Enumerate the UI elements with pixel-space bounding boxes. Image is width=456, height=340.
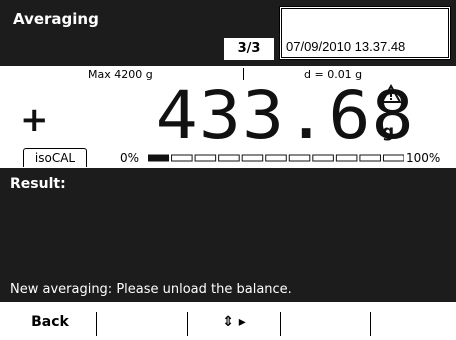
capacity-segment-empty bbox=[312, 154, 334, 162]
softkey-divider bbox=[187, 312, 188, 336]
capacity-segment-empty bbox=[265, 154, 287, 162]
result-label: Result: bbox=[10, 176, 66, 192]
weight-sign: + bbox=[20, 100, 49, 140]
capacity-segment-empty bbox=[171, 154, 193, 162]
softkey-divider bbox=[370, 312, 371, 336]
capacity-segment-empty bbox=[288, 154, 311, 162]
result-message: New averaging: Please unload the balance… bbox=[10, 282, 292, 297]
weight-unit: g bbox=[382, 122, 395, 142]
result-panel: Result: New averaging: Please unload the… bbox=[0, 168, 456, 302]
capacity-segment-empty bbox=[241, 154, 264, 162]
capacity-segment-empty bbox=[359, 154, 381, 162]
capacity-segment-empty bbox=[194, 154, 217, 162]
softkey-bar: Back ⇕ ▸ bbox=[0, 302, 456, 340]
navigate-softkey[interactable]: ⇕ ▸ bbox=[190, 310, 278, 334]
softkey-5[interactable] bbox=[374, 310, 450, 334]
capacity-segment-empty bbox=[335, 154, 358, 162]
capacity-bar bbox=[148, 154, 404, 162]
weight-value: 433.68 bbox=[155, 77, 415, 154]
isocal-button[interactable]: isoCAL bbox=[23, 148, 87, 167]
capacity-segment-empty bbox=[382, 154, 404, 162]
softkey-divider bbox=[280, 312, 281, 336]
capacity-bar-max-label: 100% bbox=[406, 151, 441, 165]
datetime-display: 07/09/2010 13.37.48 bbox=[286, 39, 406, 54]
softkey-4[interactable] bbox=[284, 310, 368, 334]
datetime-box: 07/09/2010 13.37.48 bbox=[279, 6, 451, 60]
page-counter: 3/3 bbox=[224, 38, 274, 60]
app-title: Averaging bbox=[13, 10, 99, 28]
back-softkey[interactable]: Back bbox=[10, 310, 90, 334]
capacity-bar-min-label: 0% bbox=[120, 151, 140, 165]
max-capacity: Max 4200 g bbox=[88, 68, 153, 81]
softkey-2[interactable] bbox=[100, 310, 184, 334]
softkey-divider bbox=[96, 312, 97, 336]
capacity-segment-filled bbox=[148, 154, 170, 162]
warning-triangle-icon bbox=[380, 84, 402, 103]
capacity-segment-empty bbox=[218, 154, 240, 162]
title-bar: Averaging 3/3 07/09/2010 13.37.48 bbox=[0, 0, 456, 66]
